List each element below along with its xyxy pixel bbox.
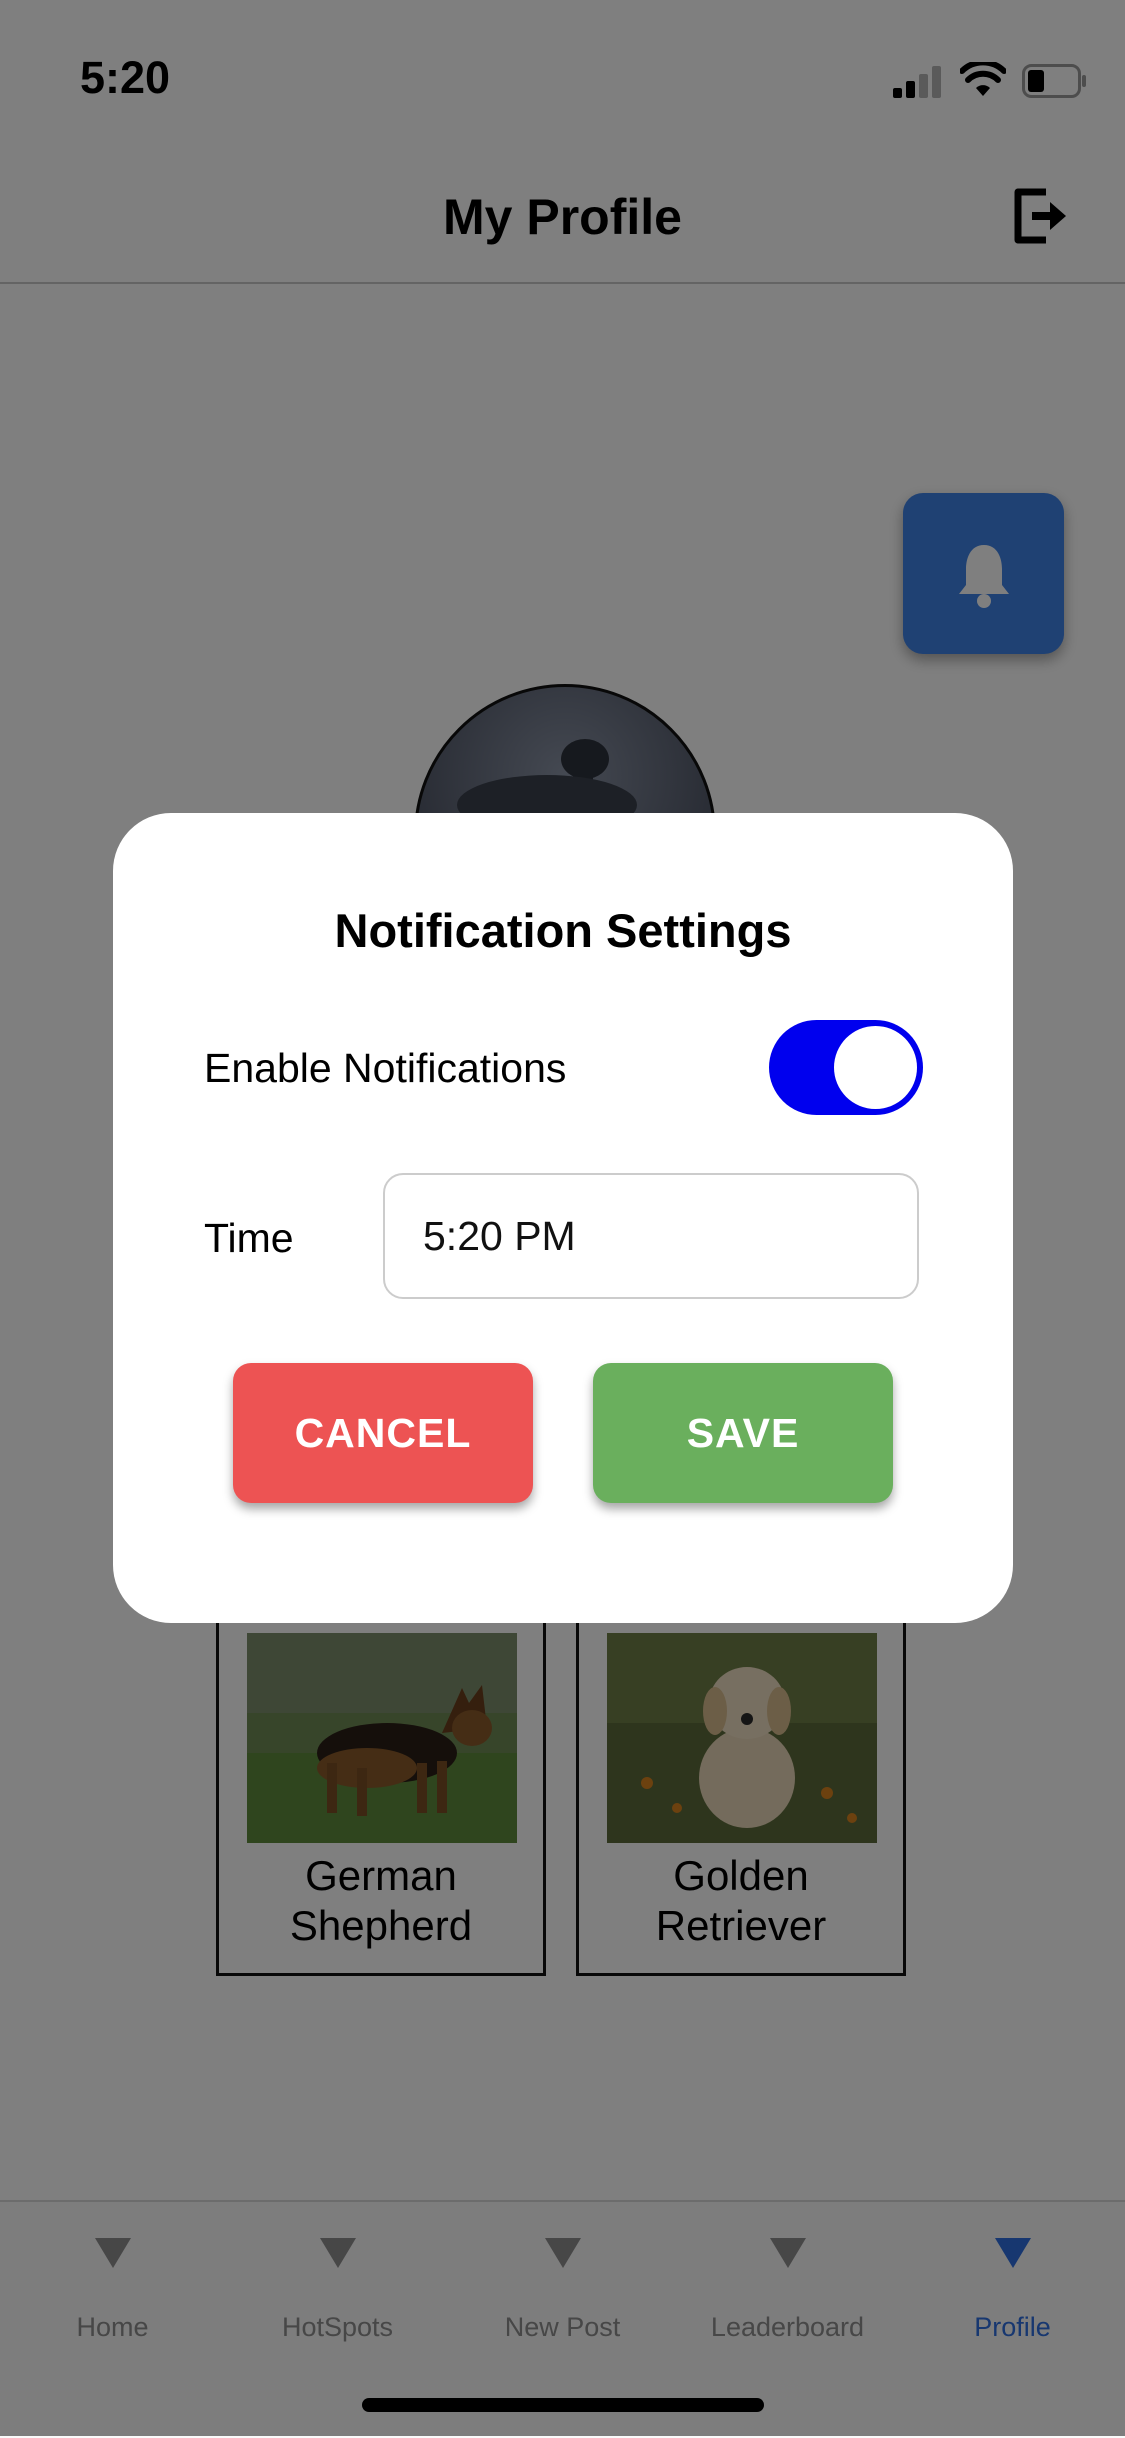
- enable-notifications-label: Enable Notifications: [204, 1045, 567, 1091]
- save-button[interactable]: SAVE: [593, 1363, 893, 1503]
- cancel-button[interactable]: CANCEL: [233, 1363, 533, 1503]
- toggle-knob: [834, 1026, 917, 1109]
- time-input[interactable]: 5:20 PM: [383, 1173, 919, 1299]
- modal-title: Notification Settings: [334, 904, 792, 957]
- notification-settings-modal: Notification Settings Enable Notificatio…: [113, 813, 1013, 1623]
- enable-notifications-toggle[interactable]: [769, 1020, 923, 1115]
- time-label: Time: [204, 1215, 294, 1261]
